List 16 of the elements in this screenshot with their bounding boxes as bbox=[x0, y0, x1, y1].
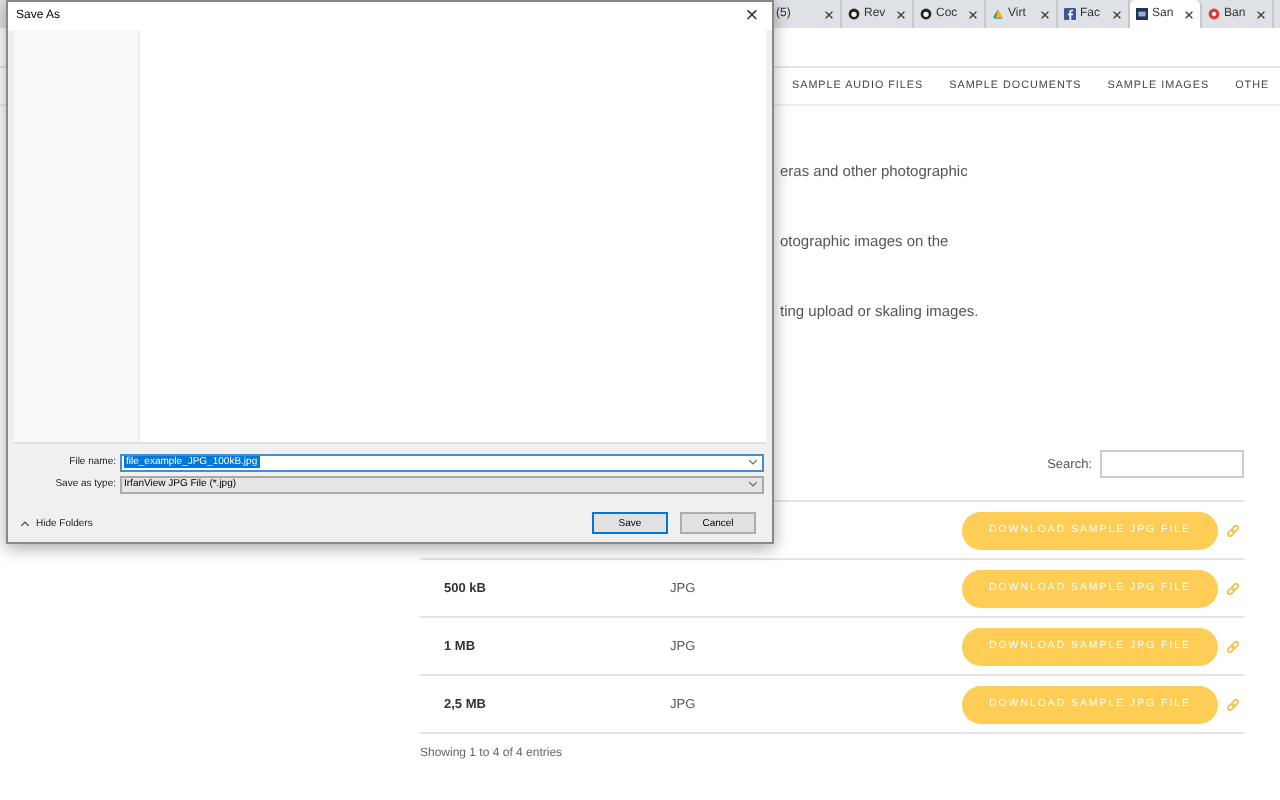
f-logo-icon bbox=[1064, 8, 1076, 20]
chevron-icon[interactable] bbox=[748, 480, 758, 488]
close-icon[interactable] bbox=[1184, 9, 1194, 19]
site-logo-icon bbox=[1136, 8, 1148, 20]
close-icon[interactable] bbox=[1040, 9, 1050, 19]
circle-logo-icon bbox=[1208, 8, 1220, 20]
close-icon[interactable] bbox=[968, 9, 978, 19]
close-button[interactable]: × bbox=[732, 2, 772, 30]
caret-icon bbox=[20, 519, 30, 527]
close-icon[interactable] bbox=[1112, 9, 1122, 19]
close-icon[interactable] bbox=[824, 9, 834, 19]
chevron-icon[interactable] bbox=[748, 458, 758, 466]
search-field[interactable] bbox=[1100, 450, 1244, 478]
close-icon[interactable] bbox=[896, 9, 906, 19]
close-icon[interactable] bbox=[1256, 9, 1266, 19]
triangle-logo-icon bbox=[992, 8, 1004, 20]
